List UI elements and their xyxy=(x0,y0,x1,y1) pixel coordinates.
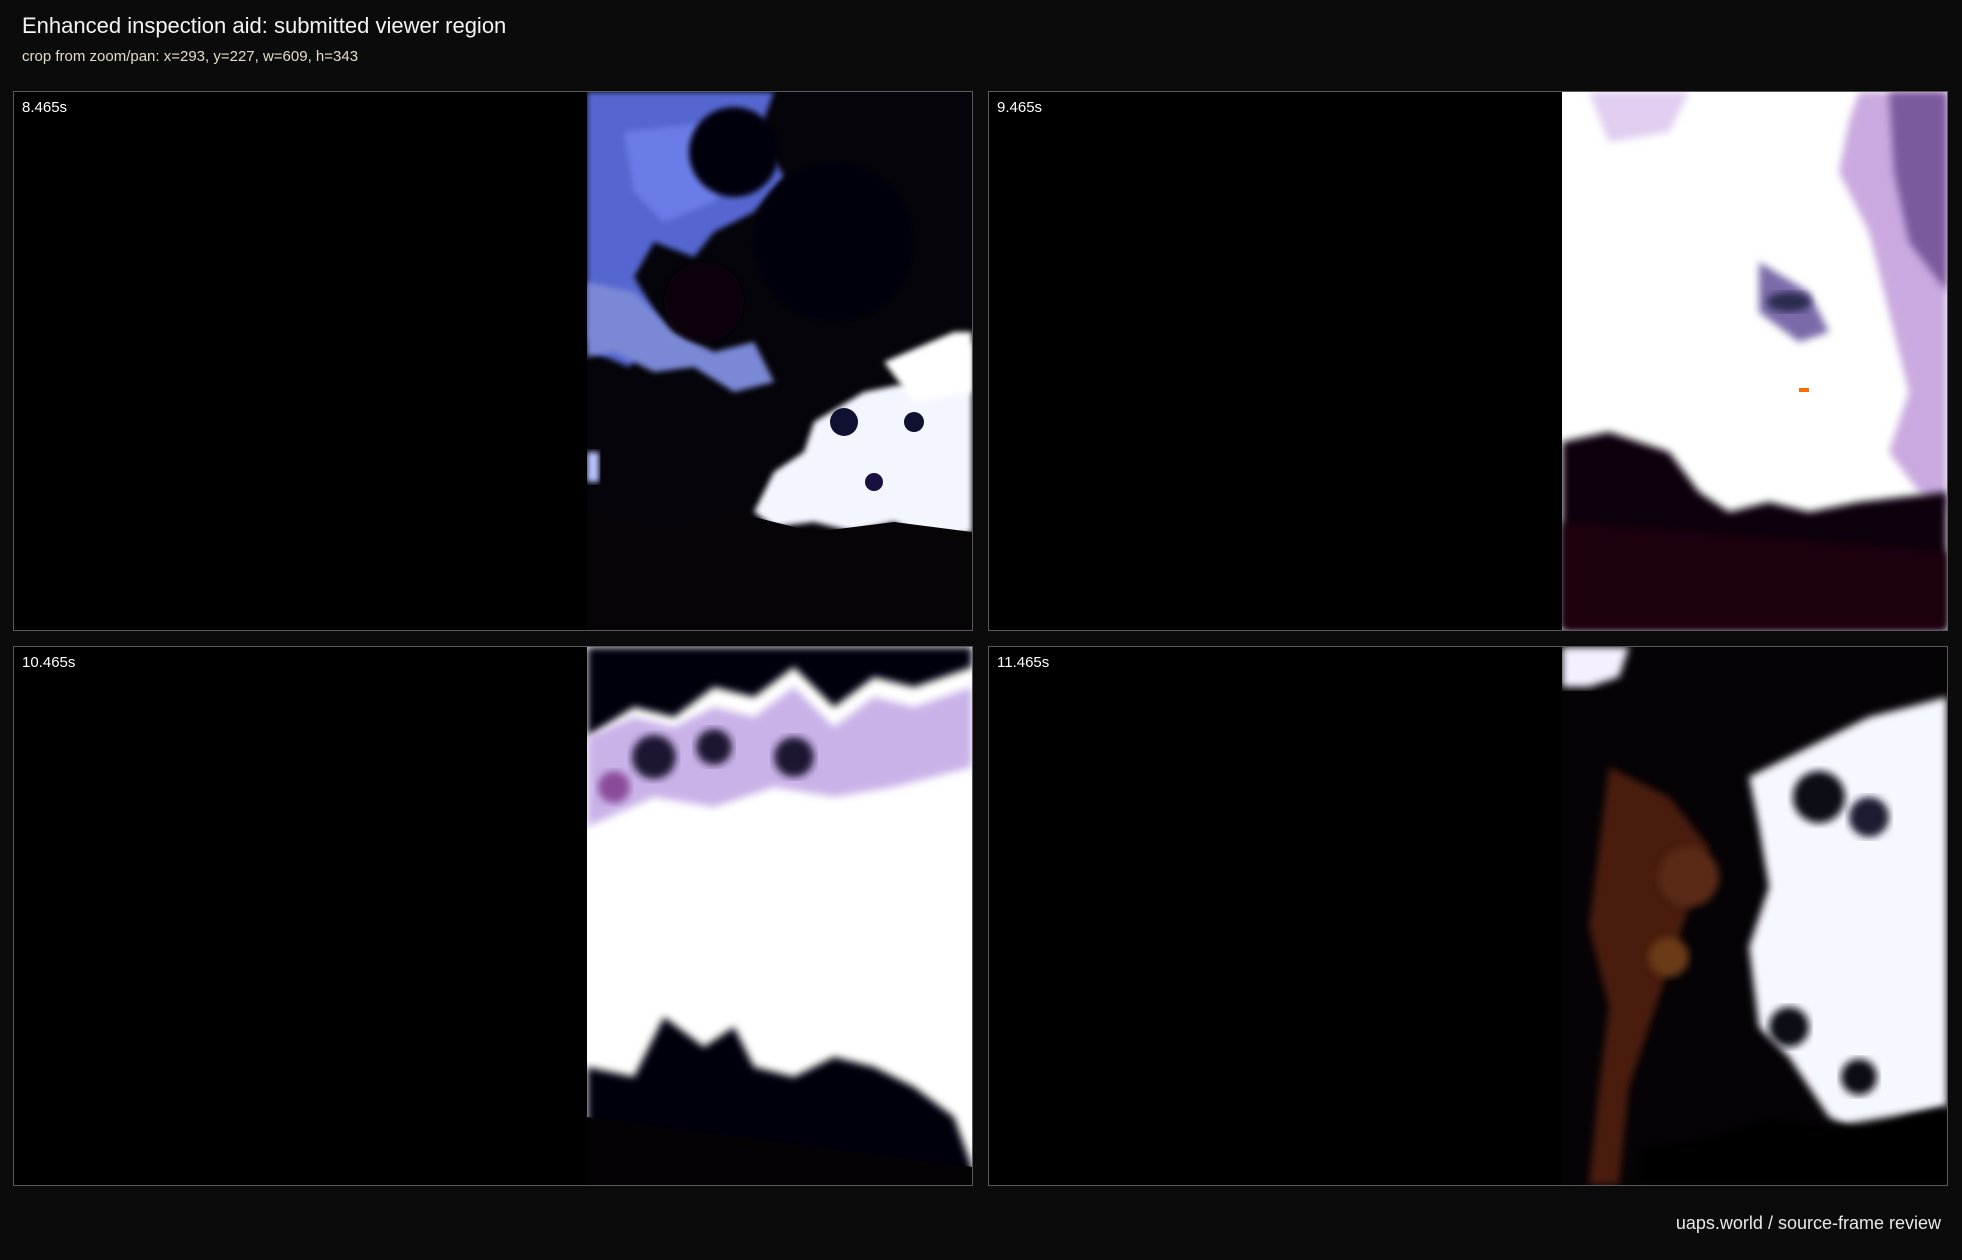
frame-timestamp-3: 10.465s xyxy=(22,654,76,671)
frame-image-2 xyxy=(989,92,1947,630)
frame-image-3 xyxy=(14,647,972,1185)
frame-image-1 xyxy=(14,92,972,630)
frame-image-4 xyxy=(989,647,1947,1185)
frame-panel-4: 11.465s xyxy=(988,646,1948,1186)
source-credit: uaps.world / source-frame review xyxy=(1675,1213,1941,1233)
inspection-page: Enhanced inspection aid: submitted viewe… xyxy=(0,0,1962,1260)
frame-timestamp-2: 9.465s xyxy=(997,99,1043,116)
frame-timestamp-4: 11.465s xyxy=(997,654,1050,671)
frame-panel-2: 9.465s xyxy=(988,91,1948,631)
frame-panel-1: 8.465s xyxy=(13,91,973,631)
page-title: Enhanced inspection aid: submitted viewe… xyxy=(22,13,507,38)
frame-grid: 8.465s 9.465s 10.465s 11.465s xyxy=(13,91,1950,1188)
crop-info: crop from zoom/pan: x=293, y=227, w=609,… xyxy=(22,48,359,65)
frame-timestamp-1: 8.465s xyxy=(22,99,68,116)
frame-panel-3: 10.465s xyxy=(13,646,973,1186)
